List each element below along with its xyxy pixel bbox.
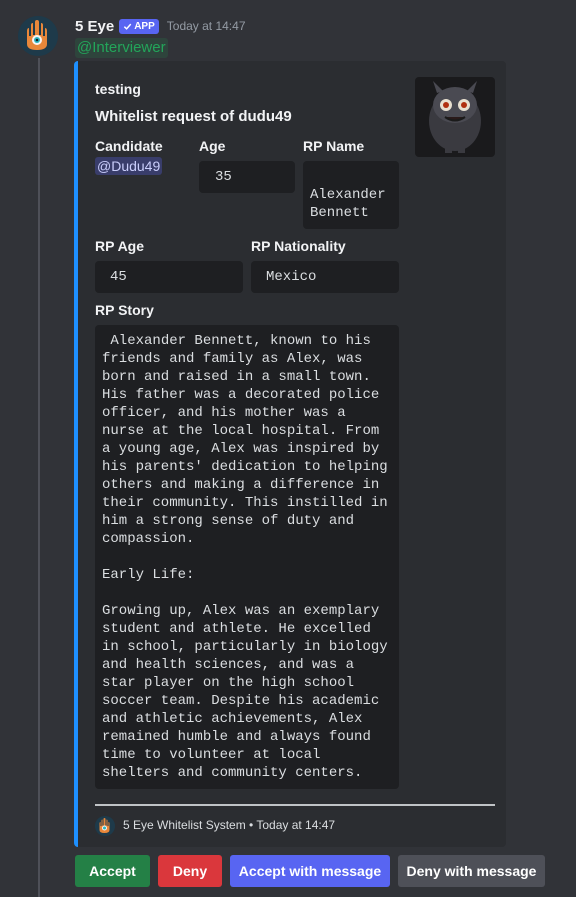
app-badge: APP: [119, 18, 159, 34]
field-rp-story-name: RP Story: [95, 302, 154, 318]
embed-author: testing: [95, 81, 141, 97]
field-age-value: 35: [199, 161, 295, 193]
embed-card: testing Whitelist request of dudu49 Cand…: [74, 61, 506, 847]
rp-age-value: 45: [110, 269, 127, 285]
embed-thumbnail[interactable]: [415, 77, 495, 157]
embed-title: Whitelist request of dudu49: [95, 108, 292, 125]
field-candidate-name: Candidate: [95, 138, 163, 154]
accept-with-message-button[interactable]: Accept with message: [230, 855, 390, 887]
message-header: 5 Eye APP Today at 14:47: [75, 16, 246, 36]
thread-line: [38, 58, 40, 897]
rp-nationality-value: Mexico: [266, 269, 317, 285]
field-age-name: Age: [199, 138, 226, 154]
footer-icon: [95, 816, 115, 836]
embed-footer: 5 Eye Whitelist System • Today at 14:47: [123, 818, 336, 832]
field-rp-name-value: Alexander Bennett: [303, 161, 399, 229]
age-value: 35: [215, 169, 232, 185]
deny-with-message-button[interactable]: Deny with message: [398, 855, 545, 887]
bot-avatar[interactable]: [18, 16, 58, 56]
role-mention[interactable]: @Interviewer: [75, 38, 168, 58]
field-rp-age-name: RP Age: [95, 238, 145, 254]
candidate-mention[interactable]: @Dudu49: [95, 157, 163, 175]
footer-separator: [95, 804, 495, 806]
deny-button[interactable]: Deny: [158, 855, 222, 887]
rp-name-line2: Bennett: [310, 205, 369, 221]
username[interactable]: 5 Eye: [75, 18, 114, 35]
field-rp-nationality-value: Mexico: [251, 261, 399, 293]
field-rp-nationality-name: RP Nationality: [251, 238, 346, 254]
field-rp-age-value: 45: [95, 261, 243, 293]
accept-button[interactable]: Accept: [75, 855, 150, 887]
field-rp-name-name: RP Name: [303, 138, 365, 154]
bot-logo-icon: [18, 16, 58, 56]
monster-image: [415, 77, 495, 157]
rp-name-line1: Alexander: [310, 187, 386, 203]
message-timestamp[interactable]: Today at 14:47: [167, 19, 246, 33]
bot-logo-small-icon: [95, 816, 115, 836]
app-badge-label: APP: [134, 20, 155, 32]
checkmark-icon: [124, 23, 132, 30]
rp-story-text: Alexander Bennett, known to his friends …: [95, 325, 399, 789]
